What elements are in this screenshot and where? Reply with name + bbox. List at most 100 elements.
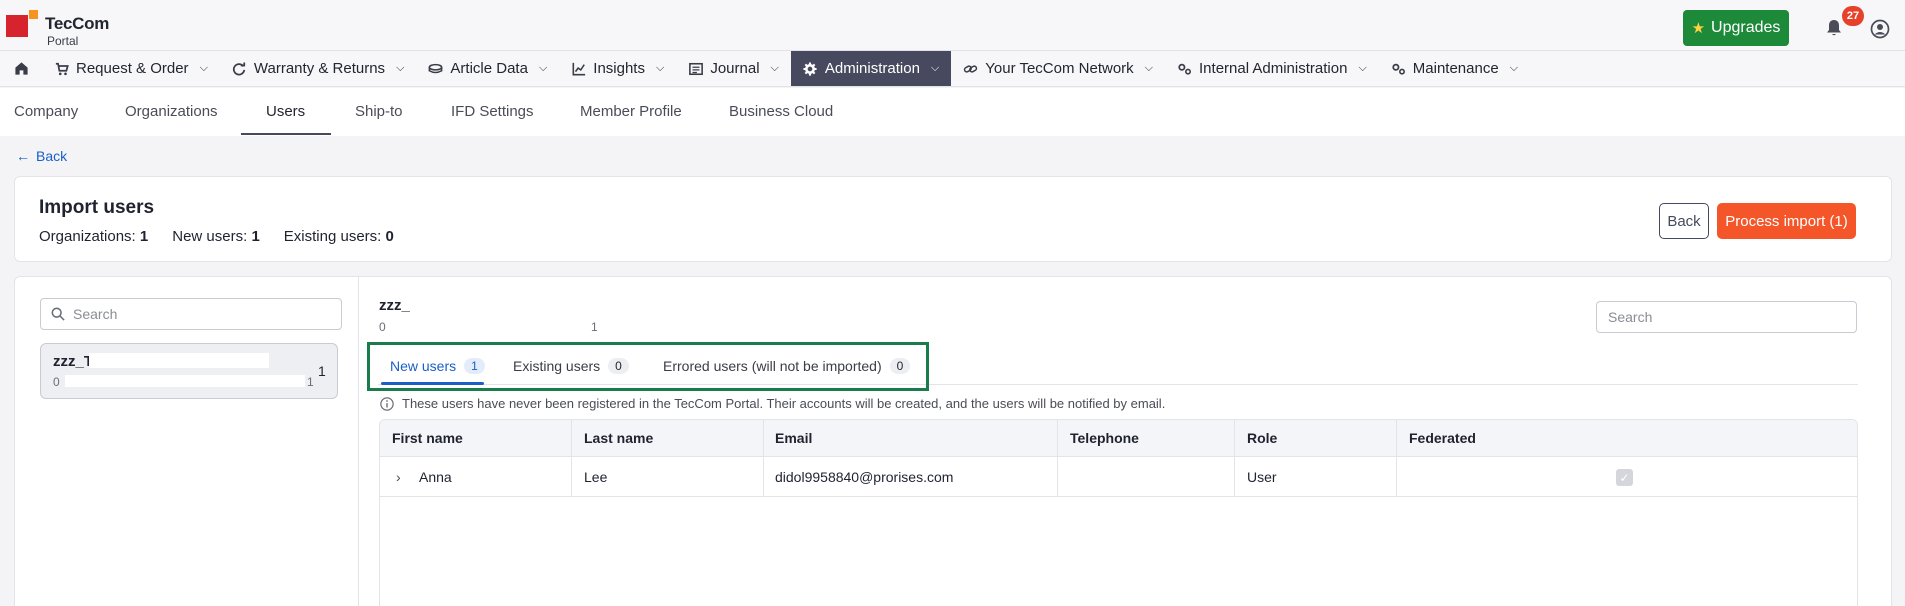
link-icon [963,61,978,76]
tab-member-profile[interactable]: Member Profile [580,88,682,136]
teccom-logo[interactable]: TecCom Portal [6,10,116,48]
cell-first-name: Anna [419,469,452,485]
main-navigation: Request & Order ⌵ Warranty & Returns ⌵ A… [0,51,1905,87]
chevron-down-icon: ⌵ [1358,62,1367,74]
nav-maintenance[interactable]: Maintenance ⌵ [1379,51,1530,86]
user-search-input[interactable]: Search [1596,301,1857,333]
logo-red-square [6,15,28,37]
bell-icon[interactable] [1824,18,1844,38]
refresh-icon [232,61,247,76]
chevron-down-icon: ⌵ [538,62,548,74]
nav-internal-administration-label: Internal Administration [1199,60,1348,77]
nav-warranty-returns[interactable]: Warranty & Returns ⌵ [220,51,417,86]
organization-name: zzz_T [53,353,94,370]
tab-company[interactable]: Company [14,88,78,136]
info-icon [380,396,394,411]
search-icon [51,307,65,321]
upgrades-button[interactable]: ★ Upgrades [1683,10,1789,46]
tab-business-cloud[interactable]: Business Cloud [729,88,833,136]
users-table: First name Last name Email Telephone Rol… [379,419,1858,606]
redacted-area [410,294,560,314]
page-title: Import users [39,197,155,218]
chevron-down-icon: ⌵ [770,62,779,74]
organization-sub-right: 1 [307,375,314,389]
logo-name: TecCom [45,14,110,33]
gears-icon [1177,61,1192,76]
search-placeholder: Search [73,306,118,322]
chevron-down-icon: ⌵ [1509,62,1519,74]
chevron-down-icon: ⌵ [655,62,665,74]
home-button[interactable] [0,51,42,86]
journal-icon [688,61,703,76]
column-telephone[interactable]: Telephone [1070,420,1139,457]
existing-users-stat: Existing users: 0 [283,228,394,245]
redacted-area [89,353,269,368]
database-icon [428,61,443,76]
nav-article-data[interactable]: Article Data ⌵ [416,51,559,86]
cell-email: didol9958840@prorises.com [775,469,954,485]
table-row[interactable]: › Anna Lee didol9958840@prorises.com Use… [380,457,1857,497]
chevron-down-icon: ⌵ [930,62,940,74]
logo-subtitle: Portal [47,34,79,48]
tab-users[interactable]: Users [266,88,305,136]
tab-ifd-settings[interactable]: IFD Settings [451,88,534,136]
back-button[interactable]: Back [1659,203,1709,239]
column-role[interactable]: Role [1247,420,1277,457]
nav-administration-label: Administration [824,60,920,77]
logo-orange-square [29,10,38,19]
nav-your-teccom-network-label: Your TecCom Network [985,60,1134,77]
new-users-stat: New users: 1 [172,228,260,245]
organizations-stat: Organizations: 1 [39,228,149,245]
column-last-name[interactable]: Last name [584,420,653,457]
arrow-left-icon: ← [16,148,30,164]
user-account-icon[interactable] [1870,19,1890,39]
import-stats: Organizations: 1 New users: 1 Existing u… [39,228,394,245]
nav-article-data-label: Article Data [450,60,528,77]
info-message: These users have never been registered i… [380,396,1165,411]
info-text: These users have never been registered i… [402,396,1166,411]
selected-organization-sub-right: 1 [591,320,598,334]
back-link[interactable]: ← Back [16,148,67,164]
back-link-label: Back [36,148,68,164]
column-first-name[interactable]: First name [392,420,463,457]
chart-icon [571,61,586,76]
nav-insights[interactable]: Insights ⌵ [559,51,676,86]
nav-your-teccom-network[interactable]: Your TecCom Network ⌵ [951,51,1165,86]
chevron-right-icon[interactable]: › [396,457,401,497]
column-federated[interactable]: Federated [1409,420,1476,457]
notification-count-badge: 27 [1842,6,1864,26]
gear-icon [803,61,818,76]
nav-request-order-label: Request & Order [76,60,189,77]
nav-maintenance-label: Maintenance [1412,60,1499,77]
chevron-down-icon: ⌵ [199,62,208,74]
federated-checkbox: ✓ [1616,469,1633,486]
tab-organizations[interactable]: Organizations [125,88,218,136]
nav-administration[interactable]: Administration ⌵ [790,51,952,86]
cell-last-name: Lee [584,469,608,485]
import-summary-card: Import users Organizations: 1 New users:… [14,176,1892,262]
nav-internal-administration[interactable]: Internal Administration ⌵ [1165,51,1379,86]
organization-sub-left: 0 [53,375,60,389]
active-tab-indicator [241,133,331,135]
chevron-down-icon: ⌵ [396,62,405,74]
organization-list-item[interactable]: zzz_T 0 1 1 [40,343,338,399]
column-email[interactable]: Email [775,420,812,457]
admin-subtabs: Company Organizations Users Ship-to IFD … [0,88,1905,136]
organization-search-input[interactable]: Search [40,298,342,330]
organization-user-count: 1 [318,363,326,379]
upgrades-label: Upgrades [1711,19,1781,36]
cart-icon [54,61,69,76]
star-icon: ★ [1691,20,1706,37]
nav-journal[interactable]: Journal ⌵ [676,51,791,86]
import-detail-panel: Search zzz_T 0 1 1 zzz_T 0 1 Search New … [14,276,1892,606]
tab-ship-to[interactable]: Ship-to [355,88,403,136]
selected-organization-sub-left: 0 [379,320,386,334]
nav-request-order[interactable]: Request & Order ⌵ [42,51,220,86]
nav-journal-label: Journal [710,60,760,77]
nav-insights-label: Insights [593,60,645,77]
gears-icon [1391,61,1406,76]
home-icon [14,62,28,75]
tabs-highlight-box [367,342,929,391]
process-import-button[interactable]: Process import (1) [1717,203,1856,239]
cell-role: User [1247,469,1277,485]
